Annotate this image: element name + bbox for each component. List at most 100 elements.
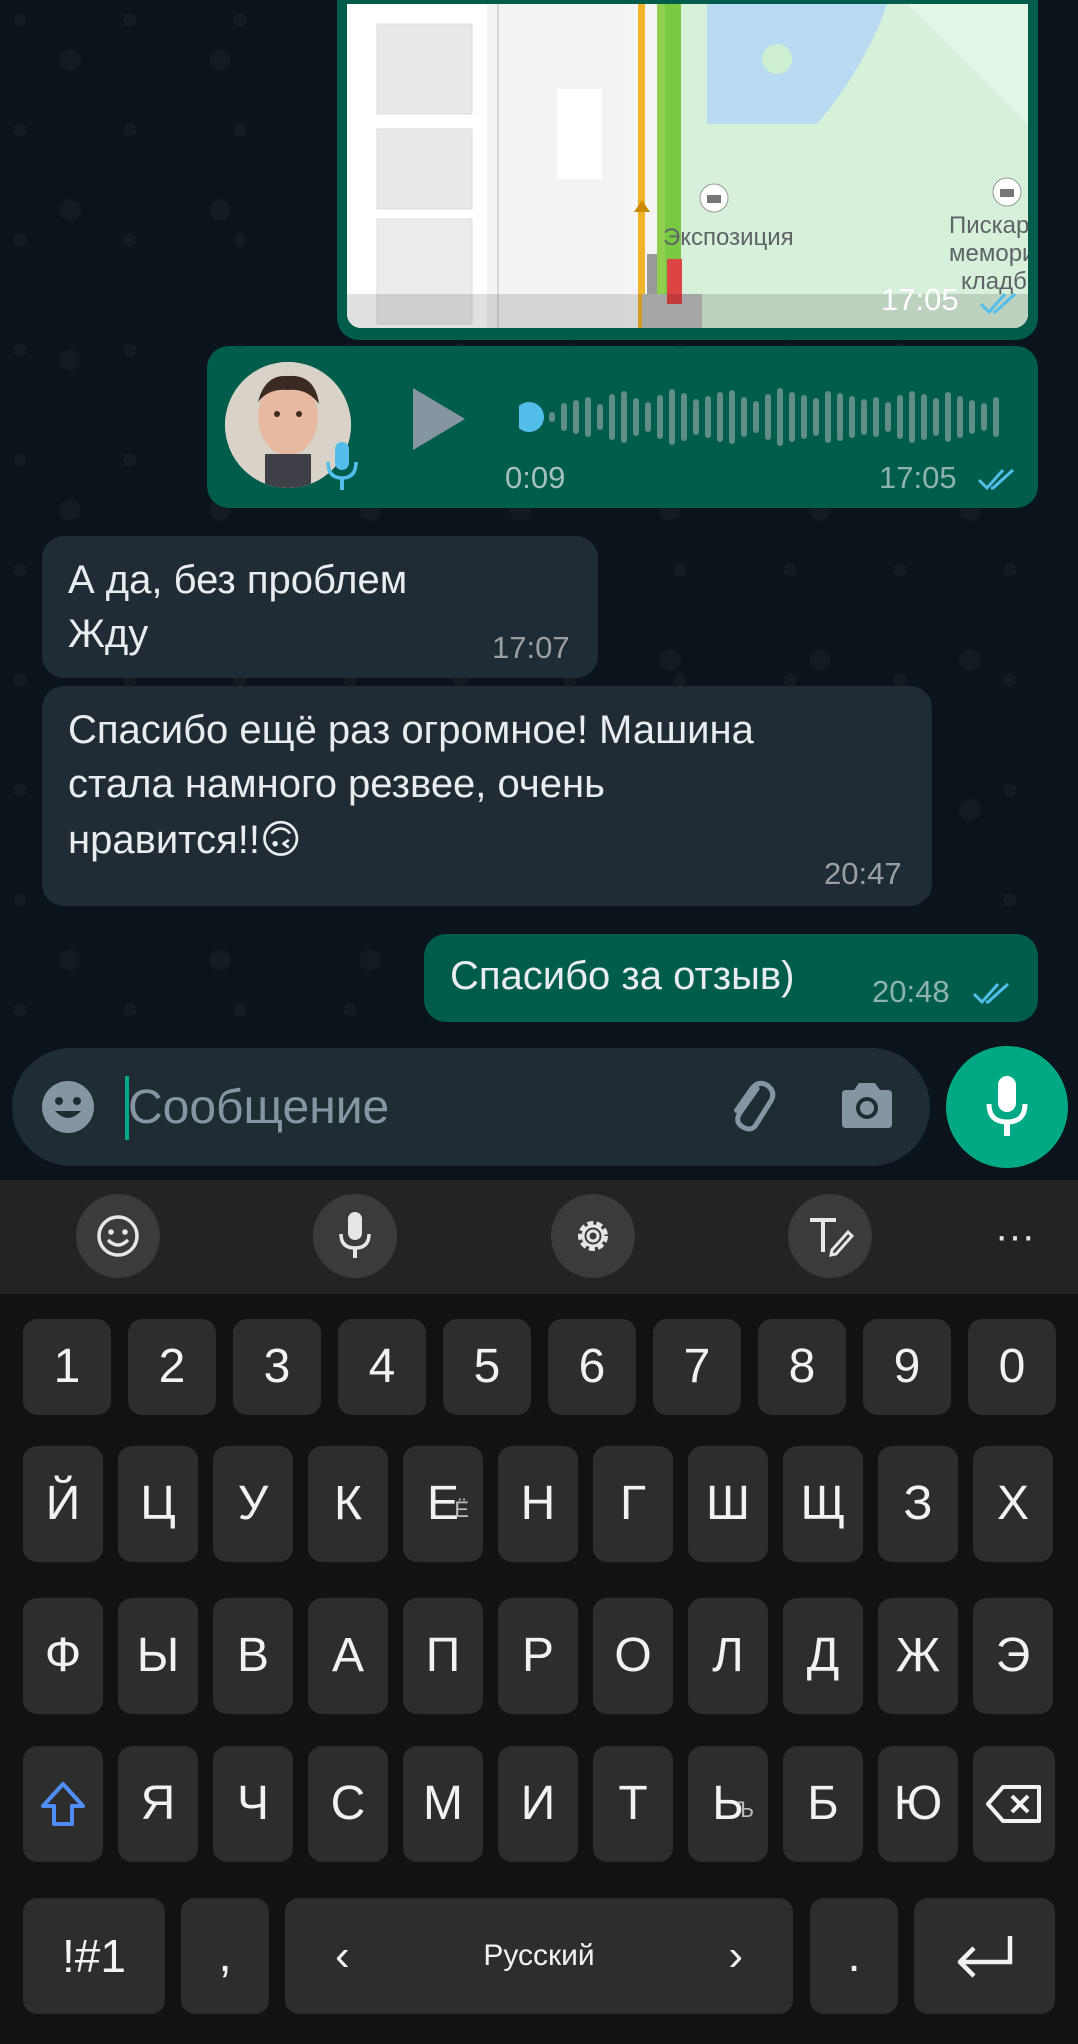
space-key[interactable]: ‹ Русский › [285,1898,793,2014]
key-Ф[interactable]: Ф [23,1598,103,1714]
period-key[interactable]: . [810,1898,898,2014]
voice-input-button[interactable] [313,1194,397,1278]
key-З[interactable]: З [878,1446,958,1562]
voice-message[interactable]: 0:09 17:05 [207,346,1038,508]
key-5[interactable]: 5 [443,1319,531,1415]
incoming-message[interactable]: А да, без проблем Жду 17:07 [42,536,598,678]
key-Ы[interactable]: Ы [118,1598,198,1714]
key-А[interactable]: А [308,1598,388,1714]
shift-key[interactable] [23,1746,103,1862]
key-Я[interactable]: Я [118,1746,198,1862]
key-label: Р [521,1629,554,1682]
key-Э[interactable]: Э [973,1598,1053,1714]
key-label: 4 [368,1340,396,1393]
handwriting-button[interactable] [788,1194,872,1278]
handwriting-icon [810,1218,854,1257]
key-Е[interactable]: ЕЁ [403,1446,483,1562]
key-П[interactable]: П [403,1598,483,1714]
key-0[interactable]: 0 [968,1319,1056,1415]
key-7[interactable]: 7 [653,1319,741,1415]
key-Р[interactable]: Р [498,1598,578,1714]
key-label: Ш [706,1477,750,1530]
key-И[interactable]: И [498,1746,578,1862]
cursor-right-icon[interactable]: › [728,1898,743,2014]
key-Ц[interactable]: Ц [118,1446,198,1562]
waveform-bar [957,396,963,438]
key-Ю[interactable]: Ю [878,1746,958,1862]
key-label: Э [995,1629,1031,1682]
enter-icon [957,1936,1013,1978]
key-Б[interactable]: Б [783,1746,863,1862]
key-Ш[interactable]: Ш [688,1446,768,1562]
record-voice-button[interactable] [946,1046,1068,1168]
key-secondary-label: Ъ [736,1797,754,1822]
key-Ч[interactable]: Ч [213,1746,293,1862]
waveform-bar [573,400,579,434]
key-Г[interactable]: Г [593,1446,673,1562]
key-3[interactable]: 3 [233,1319,321,1415]
key-О[interactable]: О [593,1598,673,1714]
waveform-bar [921,394,927,440]
key-4[interactable]: 4 [338,1319,426,1415]
language-label: Русский [483,1939,595,1972]
key-label: Б [807,1777,839,1830]
waveform-bar [789,392,795,442]
key-Ь[interactable]: ЬЪ [688,1746,768,1862]
message-time: 17:05 [881,282,959,317]
key-label: С [330,1777,366,1830]
key-label: И [520,1777,556,1830]
location-message[interactable]: Экспозиция Пискарё мемориа кладби 17:05 [337,0,1038,340]
on-screen-keyboard[interactable]: ··· 1 2 3 4 5 6 7 8 9 0 Й Ц У К ЕЁ Н Г ШЩ З Х Ф Ы В А П Р О Л Д Ж Э Я Ч С… [0,1180,1078,2044]
key-Н[interactable]: Н [498,1446,578,1562]
key-Т[interactable]: Т [593,1746,673,1862]
keyboard-emoji-button[interactable] [76,1194,160,1278]
key-label: П [425,1629,461,1682]
waveform-bar [657,395,663,439]
key-С[interactable]: С [308,1746,388,1862]
comma-key[interactable]: , [181,1898,269,2014]
waveform-bar [669,389,675,445]
key-К[interactable]: К [308,1446,388,1562]
voice-input-icon [339,1212,371,1258]
key-У[interactable]: У [213,1446,293,1562]
message-input[interactable] [128,1074,688,1140]
key-label: К [334,1477,362,1530]
voice-waveform[interactable] [519,376,1019,458]
key-Щ[interactable]: Щ [783,1446,863,1562]
symbols-key[interactable]: !#1 [23,1898,165,2014]
outgoing-message[interactable]: Спасибо за отзыв) 20:48 [424,934,1038,1022]
key-9[interactable]: 9 [863,1319,951,1415]
play-icon[interactable] [407,384,469,454]
keyboard-settings-button[interactable] [551,1194,635,1278]
key-label: А [331,1629,364,1682]
emoji-icon[interactable] [40,1079,96,1135]
key-label: Д [806,1629,840,1682]
key-Й[interactable]: Й [23,1446,103,1562]
key-label: З [903,1477,933,1530]
key-6[interactable]: 6 [548,1319,636,1415]
key-2[interactable]: 2 [128,1319,216,1415]
message-time: 17:07 [492,630,570,665]
backspace-key[interactable] [973,1746,1055,1862]
camera-icon[interactable] [838,1080,896,1132]
incoming-message[interactable]: Спасибо ещё раз огромное! Машина стала н… [42,686,932,906]
key-Ж[interactable]: Ж [878,1598,958,1714]
key-1[interactable]: 1 [23,1319,111,1415]
key-label: Н [520,1477,556,1530]
waveform-bar [717,392,723,442]
attach-icon[interactable] [720,1076,780,1136]
key-8[interactable]: 8 [758,1319,846,1415]
key-Л[interactable]: Л [688,1598,768,1714]
key-Д[interactable]: Д [783,1598,863,1714]
message-composer[interactable] [12,1048,930,1166]
waveform-bar [645,402,651,432]
chat-area[interactable]: Экспозиция Пискарё мемориа кладби 17:05 [0,0,1078,1180]
enter-key[interactable] [914,1898,1055,2014]
key-В[interactable]: В [213,1598,293,1714]
key-М[interactable]: М [403,1746,483,1862]
waveform-bar [693,399,699,435]
more-options-icon[interactable]: ··· [990,1206,1040,1266]
map-preview[interactable]: Экспозиция Пискарё мемориа кладби 17:05 [347,4,1028,328]
waveform-bar [633,398,639,436]
key-Х[interactable]: Х [973,1446,1053,1562]
